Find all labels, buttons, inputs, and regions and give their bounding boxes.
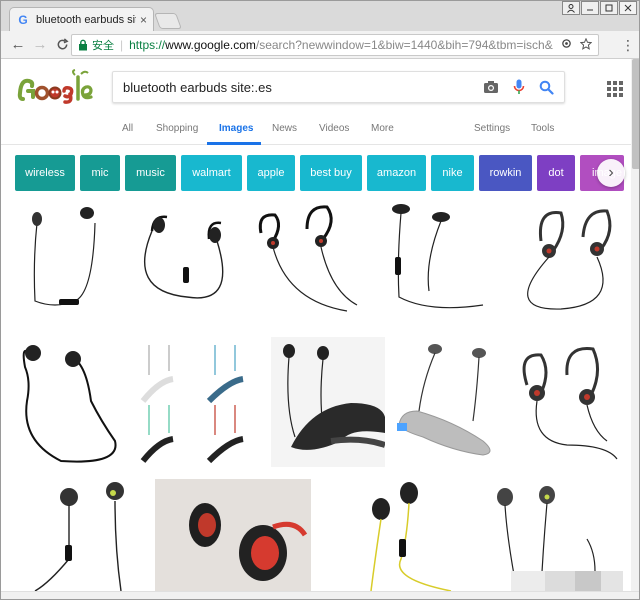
active-tab-indicator xyxy=(207,142,261,145)
chip-nike[interactable]: nike xyxy=(431,155,474,191)
secure-label: 安全 xyxy=(92,40,114,52)
google-favicon-icon: G xyxy=(18,12,28,27)
apps-grid-icon[interactable] xyxy=(607,81,623,97)
search-box[interactable]: bluetooth earbuds site:.es xyxy=(112,71,565,103)
tab-news[interactable]: News xyxy=(272,123,297,134)
tab-strip: G bluetooth earbuds site: × xyxy=(1,1,639,31)
search-tabs: All Shopping Images News Videos More Set… xyxy=(1,115,639,145)
result-image-11[interactable] xyxy=(29,479,129,591)
result-image-13[interactable] xyxy=(361,479,471,591)
tab-close-icon[interactable]: × xyxy=(140,13,147,27)
result-image-8[interactable] xyxy=(271,337,385,467)
microphone-icon[interactable] xyxy=(513,79,525,95)
related-search-chips: wireless mic music walmart apple best bu… xyxy=(1,153,639,193)
tab-tools[interactable]: Tools xyxy=(531,123,554,134)
address-bar[interactable]: 安全 | https://www.google.com/search?newwi… xyxy=(71,34,599,56)
chip-dot[interactable]: dot xyxy=(537,155,575,191)
tab-shopping[interactable]: Shopping xyxy=(156,123,198,134)
chip-music[interactable]: music xyxy=(125,155,176,191)
image-results-grid xyxy=(1,197,631,591)
chip-amazon[interactable]: amazon xyxy=(367,155,426,191)
result-image-6[interactable] xyxy=(11,341,121,465)
result-image-5[interactable] xyxy=(501,201,621,313)
result-image-4[interactable] xyxy=(379,201,491,313)
chip-wireless[interactable]: wireless xyxy=(15,155,75,191)
result-image-7[interactable] xyxy=(129,341,263,465)
tab-more[interactable]: More xyxy=(371,123,394,134)
tab-title: bluetooth earbuds site: xyxy=(36,13,136,26)
result-image-10[interactable] xyxy=(507,341,621,465)
search-input[interactable]: bluetooth earbuds site:.es xyxy=(123,80,469,95)
chip-apple[interactable]: apple xyxy=(247,155,295,191)
result-image-1[interactable] xyxy=(15,201,115,313)
tab-videos[interactable]: Videos xyxy=(319,123,349,134)
tab-images[interactable]: Images xyxy=(219,123,253,134)
window-controls xyxy=(561,1,637,15)
result-image-3[interactable] xyxy=(247,201,367,313)
browser-window: G bluetooth earbuds site: × ← → xyxy=(0,0,640,600)
horizontal-scrollbar[interactable] xyxy=(1,591,639,599)
vertical-scrollbar[interactable] xyxy=(631,59,639,591)
blurred-watermark-overlay xyxy=(511,571,623,591)
minimize-icon[interactable] xyxy=(581,1,599,15)
vertical-scroll-thumb[interactable] xyxy=(632,59,639,169)
browser-toolbar: ← → 安全 | https://www.google.com/search?n… xyxy=(1,31,639,59)
tab-all[interactable]: All xyxy=(122,123,133,134)
target-icon[interactable] xyxy=(561,38,572,52)
chip-mic[interactable]: mic xyxy=(80,155,120,191)
camera-icon[interactable] xyxy=(483,80,499,94)
maximize-icon[interactable] xyxy=(600,1,618,15)
address-separator: | xyxy=(120,38,124,52)
tab-settings[interactable]: Settings xyxy=(474,123,510,134)
browser-menu-icon[interactable]: ⋮ xyxy=(621,37,635,54)
back-button[interactable]: ← xyxy=(7,34,29,56)
google-doodle-logo[interactable] xyxy=(15,69,95,105)
result-image-2[interactable] xyxy=(127,201,235,313)
new-tab-button[interactable] xyxy=(154,13,182,29)
browser-tab[interactable]: G bluetooth earbuds site: × xyxy=(9,7,154,31)
user-icon[interactable] xyxy=(562,1,580,15)
chip-scroll-right-icon[interactable]: › xyxy=(597,159,625,187)
url-text[interactable]: https://www.google.com/search?newwindow=… xyxy=(129,38,553,52)
result-image-12[interactable] xyxy=(155,479,311,591)
forward-button[interactable]: → xyxy=(29,34,51,56)
search-icon[interactable] xyxy=(539,80,554,95)
close-window-icon[interactable] xyxy=(619,1,637,15)
chip-best-buy[interactable]: best buy xyxy=(300,155,362,191)
chip-walmart[interactable]: walmart xyxy=(181,155,242,191)
chip-rowkin[interactable]: rowkin xyxy=(479,155,532,191)
google-header: bluetooth earbuds site:.es All Shopping … xyxy=(1,59,639,145)
bookmark-star-icon[interactable] xyxy=(579,37,593,53)
lock-icon xyxy=(79,39,87,51)
result-image-9[interactable] xyxy=(393,341,499,465)
reload-button[interactable] xyxy=(51,34,73,56)
